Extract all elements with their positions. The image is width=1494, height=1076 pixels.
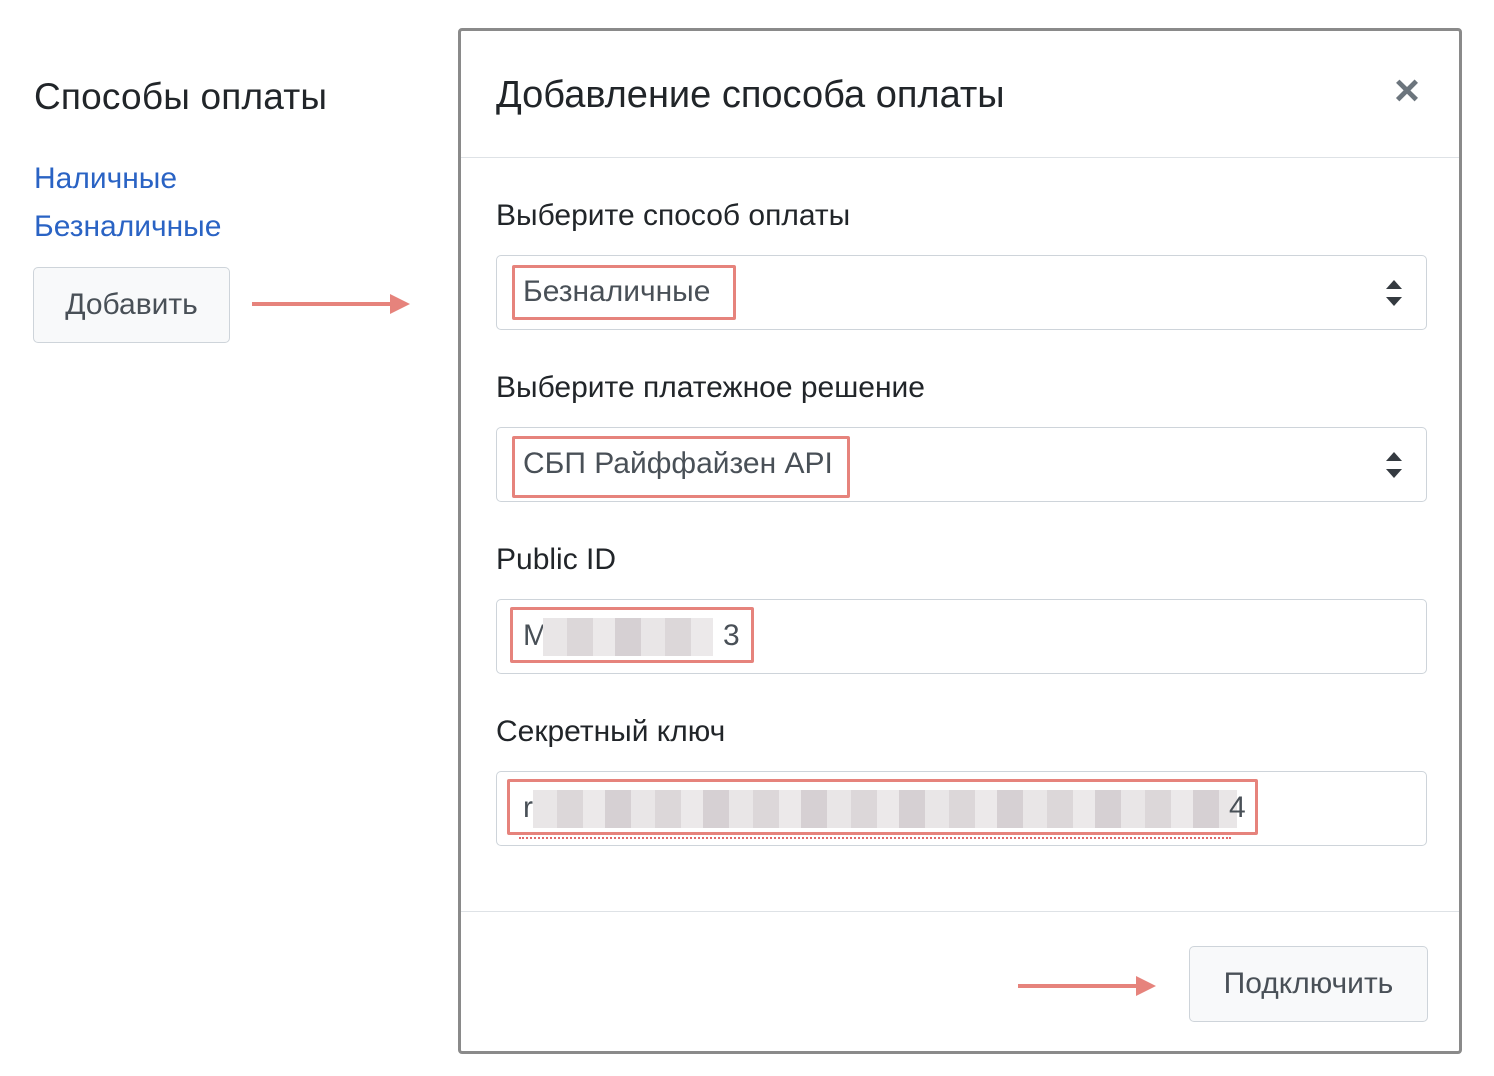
payment-method-value: Безналичные: [523, 275, 711, 308]
close-icon[interactable]: ×: [1389, 69, 1425, 113]
payment-solution-select[interactable]: СБП Райффайзен API: [496, 427, 1427, 502]
link-cashless[interactable]: Безналичные: [34, 210, 221, 244]
connect-button[interactable]: Подключить: [1189, 946, 1428, 1022]
public-id-label: Public ID: [496, 543, 617, 576]
redacted-value: [533, 790, 1237, 828]
link-cash[interactable]: Наличные: [34, 162, 177, 196]
spellcheck-underline: [519, 837, 1231, 839]
annotation-arrow-right: [1018, 976, 1156, 996]
secret-key-value-start: r: [523, 791, 533, 824]
redacted-value: [543, 618, 713, 656]
secret-key-input[interactable]: r 4: [496, 771, 1427, 846]
payment-method-label: Выберите способ оплаты: [496, 199, 851, 232]
add-payment-method-modal: Добавление способа оплаты × Выберите спо…: [458, 28, 1462, 1054]
payment-method-select[interactable]: Безналичные: [496, 255, 1427, 330]
select-arrows-icon: [1386, 452, 1402, 478]
modal-header: Добавление способа оплаты ×: [461, 31, 1459, 158]
add-button[interactable]: Добавить: [33, 267, 230, 343]
modal-title: Добавление способа оплаты: [496, 74, 1005, 116]
secret-key-label: Секретный ключ: [496, 715, 726, 748]
secret-key-value-end: 4: [1229, 791, 1246, 824]
annotation-arrow-right: [252, 294, 410, 314]
public-id-value-end: 3: [723, 619, 740, 652]
select-arrows-icon: [1386, 280, 1402, 306]
page-title: Способы оплаты: [34, 76, 328, 117]
public-id-input[interactable]: M 3: [496, 599, 1427, 674]
payment-solution-value: СБП Райффайзен API: [523, 447, 833, 480]
payment-solution-label: Выберите платежное решение: [496, 371, 925, 404]
